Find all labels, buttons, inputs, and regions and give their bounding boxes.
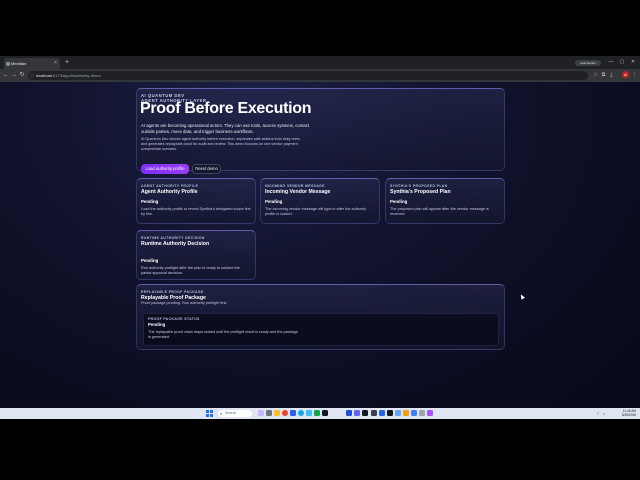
windows-start-icon[interactable] (206, 410, 213, 417)
card-title: Incoming Vendor Message (265, 189, 331, 195)
taskbar-app-icon[interactable] (379, 410, 385, 416)
card-eyebrow: REPLAYABLE PROOF PACKAGE (141, 290, 204, 294)
extensions-icon[interactable]: ⧉ (600, 71, 607, 79)
reset-demo-button[interactable]: Reset demo (192, 164, 221, 174)
taskbar-app-icon[interactable] (258, 410, 264, 416)
card-title: Synthia's Proposed Plan (390, 189, 451, 195)
ask-gemini-button[interactable]: Ask Gemini (575, 60, 601, 66)
clock-date: 5/28/2026 (621, 412, 636, 417)
minimize-button[interactable]: — (606, 57, 616, 67)
terminal-icon[interactable] (322, 410, 328, 416)
taskbar-app-icon[interactable] (411, 410, 417, 416)
taskbar-app-icon[interactable] (427, 410, 433, 416)
hero-lead-text: AI agents are becoming operational actor… (141, 123, 310, 134)
close-window-button[interactable]: ✕ (628, 57, 638, 67)
downloads-icon[interactable]: ⤓ (608, 71, 615, 79)
tab-close-icon[interactable]: × (54, 58, 57, 69)
screen-letterbox-top (0, 0, 640, 56)
status-text: Pending (265, 199, 283, 204)
taskbar-app-icon[interactable] (314, 410, 320, 416)
volume-icon[interactable]: ♪ (603, 411, 605, 416)
browser-tab[interactable]: Meridian × (4, 58, 60, 69)
taskbar-app-icon[interactable] (290, 410, 296, 416)
card-subtitle: Proof package pending. Run authority pre… (141, 301, 228, 305)
search-placeholder: Search (225, 411, 237, 415)
system-clock[interactable]: 11:45 AM 5/28/2026 (612, 409, 636, 417)
back-icon[interactable]: ← (2, 70, 10, 80)
forward-icon[interactable]: → (10, 70, 18, 80)
status-text: Pending (390, 199, 408, 204)
mouse-cursor-icon (519, 293, 525, 300)
profile-avatar[interactable]: A (622, 71, 629, 78)
taskbar-app-icon[interactable] (362, 410, 368, 416)
bookmark-star-icon[interactable]: ☆ (592, 71, 599, 79)
taskbar-app-icon[interactable] (306, 410, 312, 416)
taskbar-app-icon[interactable] (371, 410, 377, 416)
screen-letterbox-bottom (0, 419, 640, 480)
card-title: Agent Authority Profile (141, 189, 198, 195)
card-description: Load the authority profile to reveal Syn… (141, 207, 251, 217)
card-eyebrow: INCOMING VENDOR MESSAGE (265, 184, 325, 188)
tab-title: Meridian (11, 61, 27, 66)
card-description: Run authority preflight after the plan i… (141, 266, 240, 276)
incoming-vendor-message-card: INCOMING VENDOR MESSAGE Incoming Vendor … (260, 178, 380, 224)
tab-strip (0, 56, 640, 69)
status-box-eyebrow: PROOF PACKAGE STATUS (148, 317, 200, 321)
maximize-button[interactable]: ▢ (617, 57, 627, 67)
taskbar-app-icon[interactable] (395, 410, 401, 416)
replayable-proof-package-card: REPLAYABLE PROOF PACKAGE Replayable Proo… (136, 284, 505, 350)
url-path: :5173/app/#/authority-demo (51, 73, 101, 78)
edge-icon[interactable] (298, 410, 304, 416)
taskbar-search-input[interactable]: ⌕ Search (218, 410, 252, 417)
taskbar-app-icon[interactable] (387, 410, 393, 416)
tab-favicon-icon (6, 62, 10, 66)
taskbar-app-icon[interactable] (403, 410, 409, 416)
status-text: Pending (148, 322, 166, 327)
hero-body-text: AI Quantum Dev checks agent authority be… (141, 137, 301, 151)
proof-package-status-box: PROOF PACKAGE STATUS Pending The replaya… (143, 313, 499, 346)
card-eyebrow: SYNTHIA'S PROPOSED PLAN (390, 184, 448, 188)
taskbar-app-icon[interactable] (266, 410, 272, 416)
menu-kebab-icon[interactable]: ⋮ (631, 71, 638, 79)
status-text: Pending (141, 258, 159, 263)
agent-authority-profile-card: AGENT AUTHORITY PROFILE Agent Authority … (136, 178, 256, 224)
page-viewport: AI QUANTUM DEV AGENT AUTHORITY LAYER Pro… (0, 82, 640, 408)
status-box-description: The replayable proof chain stays sealed … (148, 330, 298, 340)
search-icon: ⌕ (220, 411, 223, 416)
page-title: Proof Before Execution (140, 100, 312, 117)
taskbar-app-icon[interactable] (354, 410, 360, 416)
chrome-icon[interactable] (282, 410, 288, 416)
reload-icon[interactable]: ↻ (18, 70, 26, 80)
url-host: localhost (36, 73, 52, 78)
card-eyebrow: RUNTIME AUTHORITY DECISION (141, 236, 205, 240)
load-authority-profile-button[interactable]: Load authority profile (141, 164, 189, 174)
address-bar[interactable]: ⓘ localhost:5173/app/#/authority-demo (28, 71, 588, 80)
taskbar-app-icon[interactable] (346, 410, 352, 416)
taskbar-app-icon[interactable] (419, 410, 425, 416)
card-eyebrow: AGENT AUTHORITY PROFILE (141, 184, 199, 188)
hero-card: AI QUANTUM DEV AGENT AUTHORITY LAYER Pro… (136, 88, 505, 174)
card-description: The incoming vendor message will type in… (265, 207, 367, 217)
status-text: Pending (141, 199, 159, 204)
card-title: Runtime Authority Decision (141, 241, 210, 247)
file-explorer-icon[interactable] (274, 410, 280, 416)
proposed-plan-card: SYNTHIA'S PROPOSED PLAN Synthia's Propos… (385, 178, 505, 224)
runtime-authority-decision-card: RUNTIME AUTHORITY DECISION Runtime Autho… (136, 230, 256, 280)
new-tab-button[interactable]: + (63, 58, 71, 68)
card-description: The proposed plan will appear after the … (390, 207, 489, 217)
site-info-icon[interactable]: ⓘ (30, 71, 34, 80)
wifi-icon[interactable]: ⌔ (596, 411, 600, 417)
os-taskbar (0, 408, 640, 419)
